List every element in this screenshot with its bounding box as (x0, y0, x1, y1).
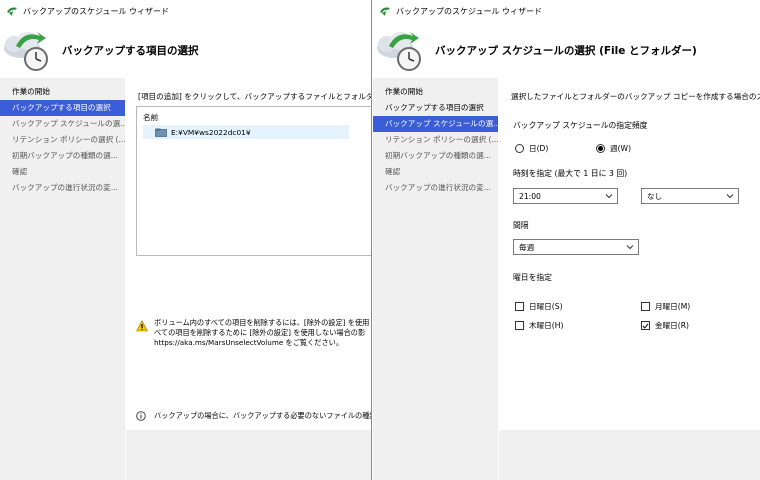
title-bar: バックアップのスケジュール ウィザード (0, 0, 371, 22)
list-item[interactable]: E:¥VM¥ws2022dc01¥ (143, 125, 349, 139)
radio-weekly[interactable]: 週(W) (596, 143, 631, 154)
time-select-2-value: なし (647, 191, 663, 201)
step-select-items[interactable]: バックアップする項目の選択 (0, 100, 125, 116)
wizard-steps: 作業の開始 バックアップする項目の選択 バックアップ スケジュールの選... リ… (373, 78, 498, 480)
checkbox-sunday-label: 日曜日(S) (529, 302, 563, 311)
warning-note: ボリューム内のすべての項目を削除するには、[除外の設定] を使用 べての項目を削… (136, 318, 371, 348)
interval-select-value: 毎週 (519, 242, 535, 252)
checkbox-monday-box[interactable] (641, 302, 650, 311)
info-icon (136, 411, 146, 421)
step-select-schedule[interactable]: バックアップ スケジュールの選... (373, 116, 498, 132)
time-select-2[interactable]: なし (641, 188, 739, 204)
wizard-steps: 作業の開始 バックアップする項目の選択 バックアップ スケジュールの選... リ… (0, 78, 125, 480)
window-title: バックアップのスケジュール ウィザード (23, 6, 169, 16)
window-title: バックアップのスケジュール ウィザード (396, 6, 542, 16)
chevron-down-icon (626, 245, 634, 250)
step-getting-started[interactable]: 作業の開始 (0, 84, 125, 100)
time-label: 時刻を指定 (最大で 1 日に 3 回) (513, 169, 628, 178)
wizard-window-schedule: バックアップのスケジュール ウィザード バックアップ スケジュールの選択 (Fi… (373, 0, 760, 480)
list-column-name[interactable]: 名前 (143, 112, 158, 123)
checkbox-friday-label: 金曜日(R) (655, 321, 689, 330)
backup-schedule-icon (4, 32, 48, 71)
checkbox-monday[interactable]: 月曜日(M) (641, 301, 690, 312)
checkbox-friday-box[interactable] (641, 321, 650, 330)
main-content: 選択したファイルとフォルダーのバックアップ コピーを作成する場合のスケジュー バ… (499, 78, 760, 480)
page-header: バックアップする項目の選択 (0, 22, 371, 78)
button-bar (126, 430, 371, 480)
app-icon (380, 7, 390, 16)
items-list[interactable]: 名前 E:¥VM¥ws2022dc01¥ (136, 106, 371, 256)
step-confirmation[interactable]: 確認 (0, 164, 125, 180)
info-text: バックアップの場合に、バックアップする必要のないファイルの種類 (154, 411, 371, 420)
info-note: バックアップの場合に、バックアップする必要のないファイルの種類 (136, 411, 371, 421)
radio-selected-dot (598, 146, 603, 151)
step-modify-backup-progress[interactable]: バックアップの進行状況の変... (0, 180, 125, 196)
radio-weekly-label: 週(W) (610, 144, 632, 153)
step-select-schedule[interactable]: バックアップ スケジュールの選... (0, 116, 125, 132)
step-retention-policy[interactable]: リテンション ポリシーの選択 (... (0, 132, 125, 148)
title-bar: バックアップのスケジュール ウィザード (373, 0, 760, 22)
step-select-items[interactable]: バックアップする項目の選択 (373, 100, 498, 116)
page-header: バックアップ スケジュールの選択 (File とフォルダー) (373, 22, 760, 78)
step-initial-backup-type[interactable]: 初期バックアップの種類の選... (373, 148, 498, 164)
checkbox-thursday-label: 木曜日(H) (529, 321, 564, 330)
warning-line-1: ボリューム内のすべての項目を削除するには、[除外の設定] を使用 (154, 318, 370, 327)
weekday-label: 曜日を指定 (513, 273, 552, 282)
page-title: バックアップ スケジュールの選択 (File とフォルダー) (435, 44, 697, 57)
button-bar (499, 430, 760, 480)
checkbox-sunday-box[interactable] (515, 302, 524, 311)
time-select-1-value: 21:00 (519, 191, 541, 201)
radio-daily-circle[interactable] (515, 144, 524, 153)
wizard-window-items: バックアップのスケジュール ウィザード バックアップする項目の選択 作業の開始 … (0, 0, 372, 480)
checkbox-monday-label: 月曜日(M) (655, 302, 691, 311)
instruction-text: 選択したファイルとフォルダーのバックアップ コピーを作成する場合のスケジュー (511, 92, 760, 101)
instruction-text: [項目の追加] をクリックして、バックアップするファイルとフォルダーを選択 (138, 92, 371, 101)
time-select-1[interactable]: 21:00 (513, 188, 618, 204)
interval-label: 間隔 (513, 221, 529, 230)
warning-line-3: https://aka.ms/MarsUnselectVolume をご覧くださ… (154, 338, 344, 347)
step-initial-backup-type[interactable]: 初期バックアップの種類の選... (0, 148, 125, 164)
checkbox-sunday[interactable]: 日曜日(S) (515, 301, 563, 312)
chevron-down-icon (726, 194, 734, 199)
step-confirmation[interactable]: 確認 (373, 164, 498, 180)
radio-daily-label: 日(D) (529, 144, 549, 153)
folder-icon (155, 128, 167, 137)
main-content: [項目の追加] をクリックして、バックアップするファイルとフォルダーを選択 名前… (126, 78, 371, 480)
chevron-down-icon (605, 194, 613, 199)
page-title: バックアップする項目の選択 (62, 44, 199, 57)
checkbox-thursday[interactable]: 木曜日(H) (515, 320, 563, 331)
app-icon (7, 7, 17, 16)
warning-icon (136, 320, 148, 332)
interval-select[interactable]: 毎週 (513, 239, 639, 255)
checkmark-icon (642, 323, 649, 329)
frequency-label: バックアップ スケジュールの指定頻度 (513, 121, 648, 130)
radio-weekly-circle[interactable] (596, 144, 605, 153)
step-retention-policy[interactable]: リテンション ポリシーの選択 (... (373, 132, 498, 148)
checkbox-thursday-box[interactable] (515, 321, 524, 330)
radio-daily[interactable]: 日(D) (515, 143, 548, 154)
checkbox-friday[interactable]: 金曜日(R) (641, 320, 689, 331)
list-item-path: E:¥VM¥ws2022dc01¥ (171, 127, 251, 137)
warning-line-2: べての項目を削除するために [除外の設定] を使用しない場合の影 (154, 328, 366, 337)
step-modify-backup-progress[interactable]: バックアップの進行状況の変... (373, 180, 498, 196)
backup-schedule-icon (377, 32, 421, 71)
step-getting-started[interactable]: 作業の開始 (373, 84, 498, 100)
